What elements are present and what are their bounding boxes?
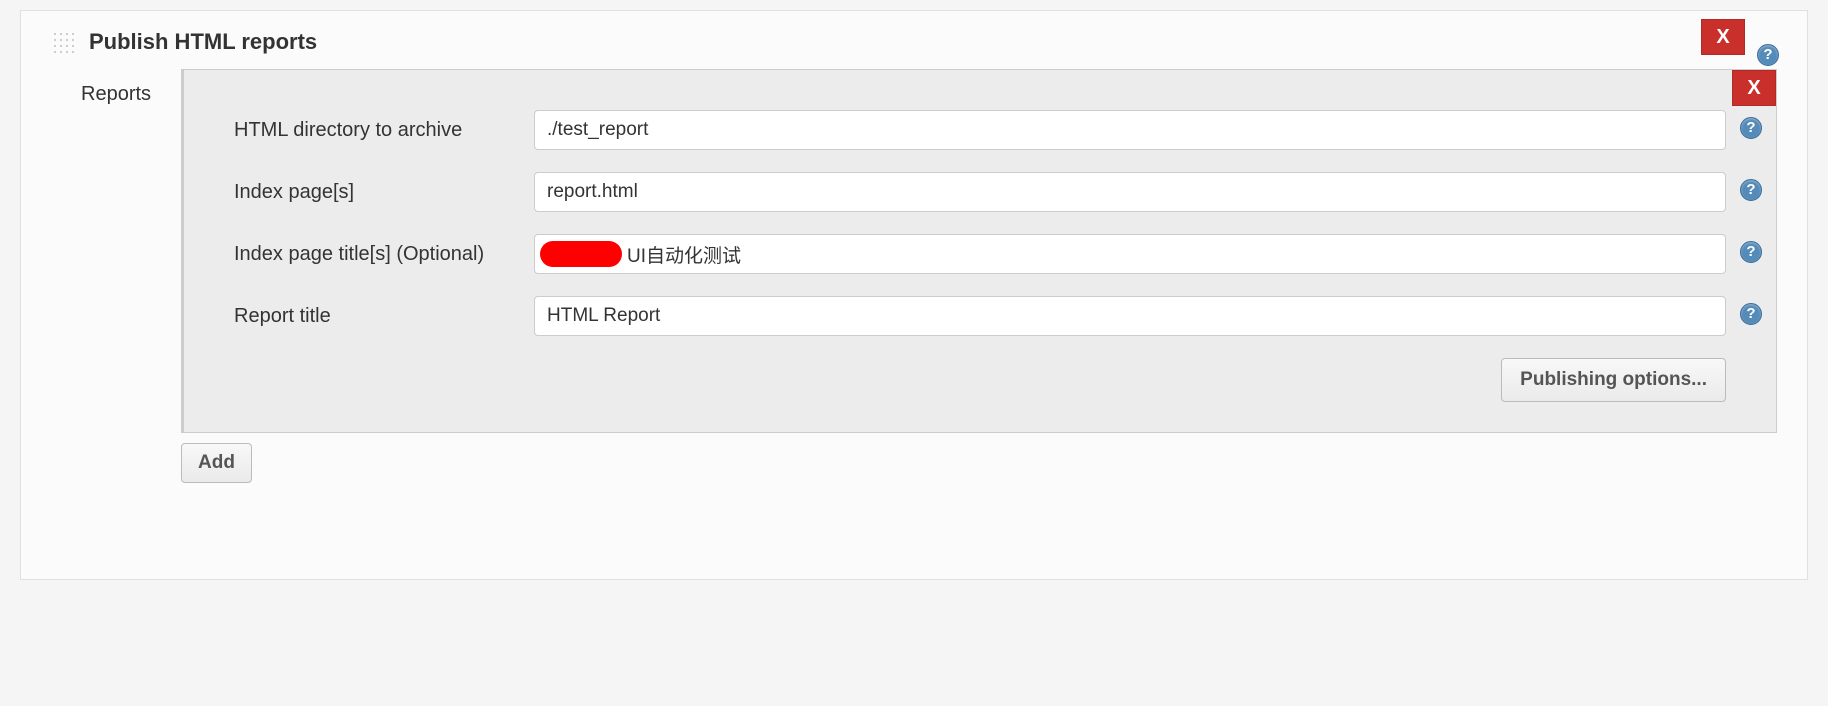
index-page-titles-label: Index page title[s] (Optional) xyxy=(234,243,534,266)
close-icon: X xyxy=(1747,77,1760,100)
section-title: Publish HTML reports xyxy=(89,29,317,55)
add-report-button[interactable]: Add xyxy=(181,443,252,483)
report-entry: X HTML directory to archive ? Index page… xyxy=(181,69,1777,433)
publishing-options-button[interactable]: Publishing options... xyxy=(1501,358,1726,402)
help-icon[interactable]: ? xyxy=(1757,44,1779,66)
html-directory-input[interactable] xyxy=(534,110,1726,150)
help-icon[interactable]: ? xyxy=(1740,179,1762,201)
help-icon[interactable]: ? xyxy=(1740,303,1762,325)
remove-report-button[interactable]: X xyxy=(1732,70,1776,106)
publish-html-reports-section: X ? Publish HTML reports Reports X HTML … xyxy=(20,10,1808,580)
index-page-titles-input[interactable] xyxy=(534,234,1726,274)
reports-label: Reports xyxy=(81,69,181,106)
help-icon[interactable]: ? xyxy=(1740,241,1762,263)
html-directory-label: HTML directory to archive xyxy=(234,119,534,142)
report-title-input[interactable] xyxy=(534,296,1726,336)
close-icon: X xyxy=(1716,26,1729,49)
remove-section-button[interactable]: X xyxy=(1701,19,1745,55)
drag-handle-icon[interactable] xyxy=(51,30,75,54)
report-title-label: Report title xyxy=(234,305,534,328)
index-pages-input[interactable] xyxy=(534,172,1726,212)
index-pages-label: Index page[s] xyxy=(234,181,534,204)
help-icon[interactable]: ? xyxy=(1740,117,1762,139)
